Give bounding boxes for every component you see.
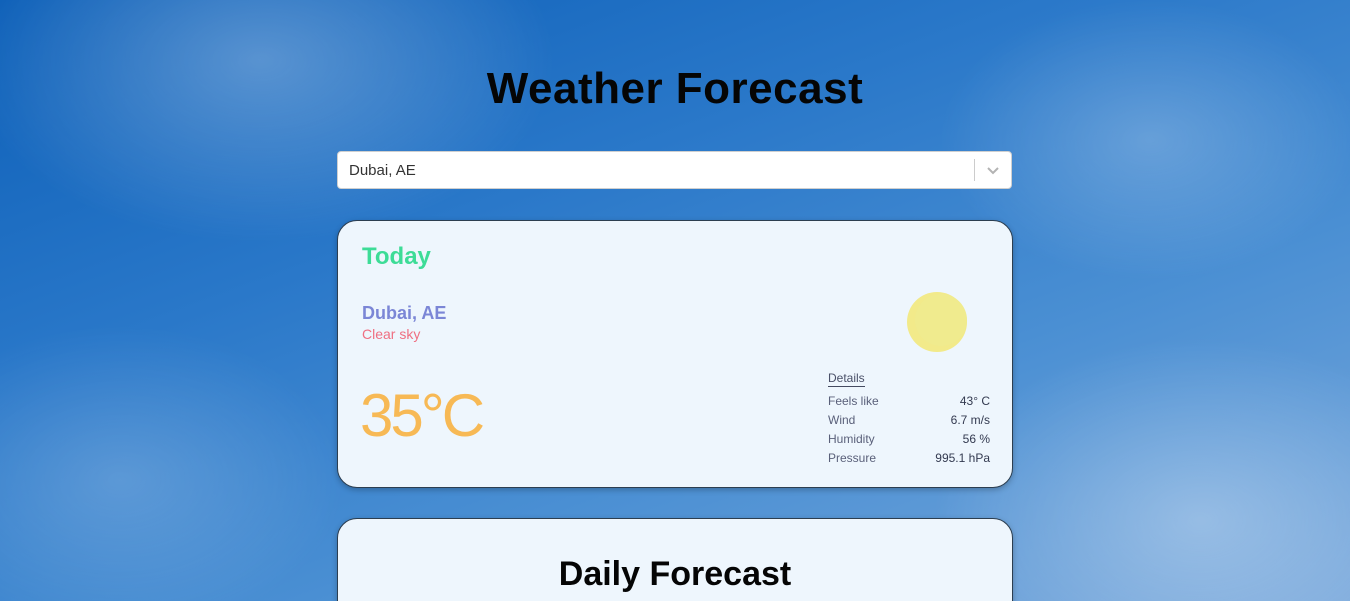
city-name: Dubai, AE [362,303,447,323]
detail-value: 56 % [962,431,990,446]
daily-forecast-card: Daily Forecast [337,518,1013,601]
detail-label: Wind [828,412,856,427]
details-panel: Details Feels like 43° C Wind 6.7 m/s Hu… [828,371,990,467]
city-select-value: Dubai, AE [349,161,416,179]
city-select[interactable]: Dubai, AE [337,151,1012,189]
detail-label: Humidity [828,431,875,446]
sun-icon [906,291,968,353]
daily-forecast-title: Daily Forecast [558,555,792,593]
detail-value: 43° C [959,393,990,408]
chevron-down-icon[interactable] [975,152,1011,188]
detail-label: Feels like [828,393,879,408]
weather-description: Clear sky [362,326,421,342]
detail-row-humidity: Humidity 56 % [828,429,990,448]
details-title: Details [828,371,865,387]
detail-value: 995.1 hPa [935,450,990,465]
detail-row-wind: Wind 6.7 m/s [828,410,990,429]
detail-row-pressure: Pressure 995.1 hPa [828,448,990,467]
temperature: 35°C [360,382,485,449]
detail-value: 6.7 m/s [950,412,990,427]
today-label: Today [362,243,431,270]
detail-label: Pressure [828,450,877,465]
today-card: Today Dubai, AE Clear sky 35°C Details F… [337,220,1013,488]
page-title: Weather Forecast [486,64,864,113]
detail-row-feels-like: Feels like 43° C [828,391,990,410]
